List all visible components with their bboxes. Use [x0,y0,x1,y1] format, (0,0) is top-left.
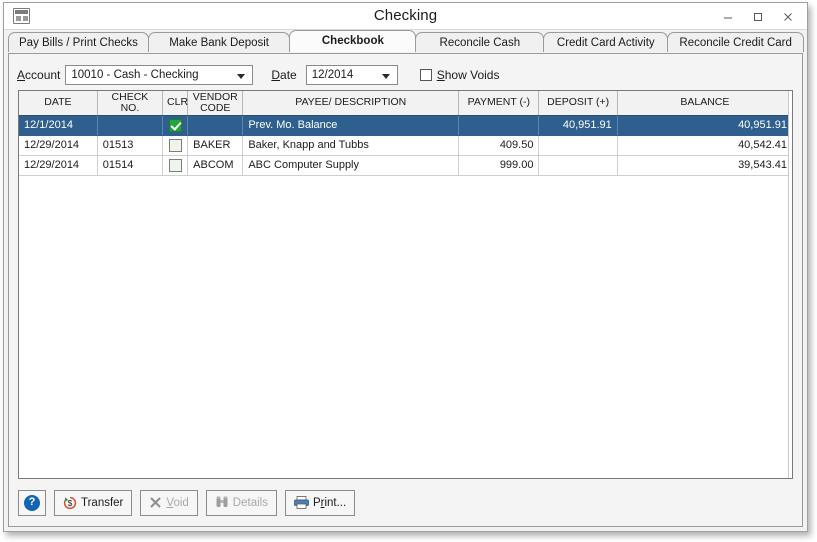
table-row[interactable]: 12/1/2014 Prev. Mo. Balance 40,951.91 40… [19,115,792,136]
transfer-button[interactable]: $ Transfer [54,489,133,516]
cell-check-no [97,115,164,136]
checking-window: Checking Pay Bills / Print Checks Make B… [3,2,808,532]
tab-label: Credit Card Activity [556,37,655,49]
cell-deposit [538,135,618,156]
cell-vendor-code [187,115,244,136]
tab-pay-bills-print-checks[interactable]: Pay Bills / Print Checks [8,32,149,52]
transactions-grid[interactable]: DATE CHECK NO. CLR VENDOR CODE PAYEE/ DE… [18,90,793,479]
window-controls [713,3,803,30]
void-button[interactable]: Void [140,489,198,516]
tab-make-bank-deposit[interactable]: Make Bank Deposit [147,32,291,52]
date-value: 12/2014 [311,68,354,81]
filter-bar: Account 10010 - Cash - Checking Date 12/… [9,54,802,90]
tab-credit-card-activity[interactable]: Credit Card Activity [543,32,669,52]
print-button[interactable]: Print... [284,489,356,516]
details-label: Details [232,496,268,509]
cell-payee: Baker, Knapp and Tubbs [242,135,460,156]
cell-payee: ABC Computer Supply [242,155,460,176]
cell-date: 12/29/2014 [19,155,98,176]
cleared-checkbox-icon[interactable] [168,158,182,172]
printer-icon [294,496,309,509]
date-select[interactable]: 12/2014 [305,64,398,85]
cell-check-no: 01514 [97,155,164,176]
transfer-icon: $ [63,496,77,510]
action-button-bar: ? $ Transfer Void Details Print... [18,489,363,516]
transactions-table: DATE CHECK NO. CLR VENDOR CODE PAYEE/ DE… [19,91,792,176]
cell-clr[interactable] [162,155,189,176]
cell-clr[interactable] [162,115,189,136]
tab-label: Make Bank Deposit [169,37,269,49]
column-header-payment[interactable]: PAYMENT (-) [458,91,540,116]
print-label: Print... [312,496,347,509]
cell-deposit [538,155,618,176]
screen: Checking Pay Bills / Print Checks Make B… [0,0,817,542]
account-select[interactable]: 10010 - Cash - Checking [65,64,254,85]
tab-label: Reconcile Credit Card [679,37,792,49]
details-button[interactable]: Details [205,489,277,516]
maximize-icon[interactable] [743,4,773,30]
x-icon [149,496,162,509]
checkbook-panel: Account 10010 - Cash - Checking Date 12/… [8,53,803,527]
tab-bar: Pay Bills / Print Checks Make Bank Depos… [8,30,804,52]
tab-reconcile-credit-card[interactable]: Reconcile Credit Card [667,32,804,52]
svg-text:$: $ [68,499,73,508]
cell-payment: 409.50 [458,135,540,156]
cell-payment [458,115,540,136]
cell-date: 12/29/2014 [19,135,98,156]
show-voids-label-rest: how Voids [444,67,500,82]
column-header-date[interactable]: DATE [19,91,98,116]
tab-label: Reconcile Cash [439,37,521,49]
grid-scroll-gutter[interactable] [788,91,792,478]
tab-checkbook[interactable]: Checkbook [289,30,417,52]
cell-balance: 40,542.41 [617,135,792,156]
column-header-deposit[interactable]: DEPOSIT (+) [538,91,618,116]
cleared-checkbox-icon[interactable] [168,118,182,132]
cell-deposit: 40,951.91 [538,115,618,136]
show-voids-label: Show Voids [436,67,500,82]
help-icon: ? [24,494,40,511]
column-header-balance[interactable]: BALANCE [617,91,792,116]
tab-label: Pay Bills / Print Checks [19,37,138,49]
table-row[interactable]: 12/29/2014 01513 BAKER Baker, Knapp and … [19,135,792,156]
tab-label: Checkbook [321,35,384,47]
chevron-down-icon [381,73,390,79]
cleared-checkbox-icon[interactable] [168,138,182,152]
binoculars-icon [215,496,229,509]
table-row[interactable]: 12/29/2014 01514 ABCOM ABC Computer Supp… [19,155,792,176]
table-header-row: DATE CHECK NO. CLR VENDOR CODE PAYEE/ DE… [19,91,792,116]
tab-reconcile-cash[interactable]: Reconcile Cash [415,32,545,52]
column-header-check-no[interactable]: CHECK NO. [97,91,164,116]
window-title: Checking [373,7,438,24]
title-bar: Checking [4,3,807,30]
column-header-clr[interactable]: CLR [162,91,189,116]
checkbox-box [419,68,432,81]
void-label: Void [166,496,189,509]
account-value: 10010 - Cash - Checking [71,68,199,81]
minimize-icon[interactable] [713,4,743,30]
chevron-down-icon [237,73,246,79]
cell-payee: Prev. Mo. Balance [242,115,460,136]
close-icon[interactable] [773,4,803,30]
column-header-vendor-code[interactable]: VENDOR CODE [187,91,244,116]
cell-payment: 999.00 [458,155,540,176]
help-button[interactable]: ? [18,489,46,516]
transfer-label: Transfer [81,496,124,509]
date-label: Date [271,67,297,82]
cell-balance: 40,951.91 [617,115,792,136]
account-label: Account [17,67,61,82]
date-label-rest: ate [280,67,297,82]
cell-vendor-code: BAKER [187,135,244,156]
cell-check-no: 01513 [97,135,164,156]
cell-balance: 39,543.41 [617,155,792,176]
cell-vendor-code: ABCOM [187,155,244,176]
show-voids-checkbox[interactable]: Show Voids [419,67,500,82]
account-label-rest: ccount [25,67,61,82]
column-header-payee-description[interactable]: PAYEE/ DESCRIPTION [242,91,460,116]
cell-clr[interactable] [162,135,189,156]
cell-date: 12/1/2014 [19,115,98,136]
